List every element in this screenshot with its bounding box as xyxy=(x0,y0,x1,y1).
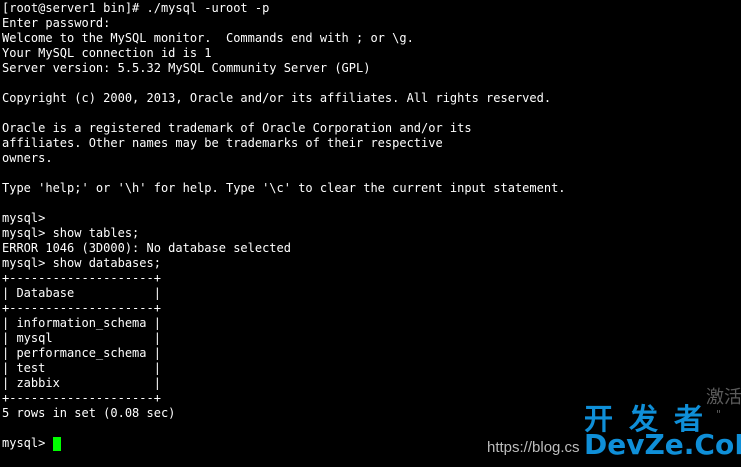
terminal-line: Welcome to the MySQL monitor. Commands e… xyxy=(2,31,414,45)
terminal-line: mysql> xyxy=(2,211,46,225)
table-header: | Database | xyxy=(2,286,161,300)
terminal-line: Enter password: xyxy=(2,16,111,30)
terminal-line: owners. xyxy=(2,151,53,165)
blog-url-watermark: https://blog.cs xyxy=(487,439,580,456)
table-border: +--------------------+ xyxy=(2,271,161,285)
text-cursor xyxy=(52,436,61,451)
prompt-label: mysql> xyxy=(2,436,53,450)
table-row: | performance_schema | xyxy=(2,346,161,360)
terminal-line: Server version: 5.5.32 MySQL Community S… xyxy=(2,61,371,75)
terminal-line: ERROR 1046 (3D000): No database selected xyxy=(2,241,291,255)
terminal-line: mysql> show databases; xyxy=(2,256,161,270)
terminal-line: Copyright (c) 2000, 2013, Oracle and/or … xyxy=(2,91,552,105)
terminal-line: Oracle is a registered trademark of Orac… xyxy=(2,121,472,135)
terminal-line: Your MySQL connection id is 1 xyxy=(2,46,212,60)
table-border: +--------------------+ xyxy=(2,301,161,315)
terminal-line: 5 rows in set (0.08 sec) xyxy=(2,406,176,420)
terminal-line: [root@server1 bin]# ./mysql -uroot -p xyxy=(2,1,270,15)
devze-logo: 开发者 DevZe.CoM xyxy=(584,396,741,466)
terminal-line: mysql> show tables; xyxy=(2,226,140,240)
command-prompt-line[interactable]: mysql> xyxy=(2,436,566,451)
terminal-line: Type 'help;' or '\h' for help. Type '\c'… xyxy=(2,181,566,195)
logo-english-text: DevZe.CoM xyxy=(584,428,741,461)
terminal-window[interactable]: [root@server1 bin]# ./mysql -uroot -p En… xyxy=(0,0,741,467)
table-border: +--------------------+ xyxy=(2,391,161,405)
terminal-line: affiliates. Other names may be trademark… xyxy=(2,136,443,150)
table-row: | test | xyxy=(2,361,161,375)
table-row: | mysql | xyxy=(2,331,161,345)
table-row: | information_schema | xyxy=(2,316,161,330)
table-row: | zabbix | xyxy=(2,376,161,390)
terminal-output: [root@server1 bin]# ./mysql -uroot -p En… xyxy=(2,1,566,451)
